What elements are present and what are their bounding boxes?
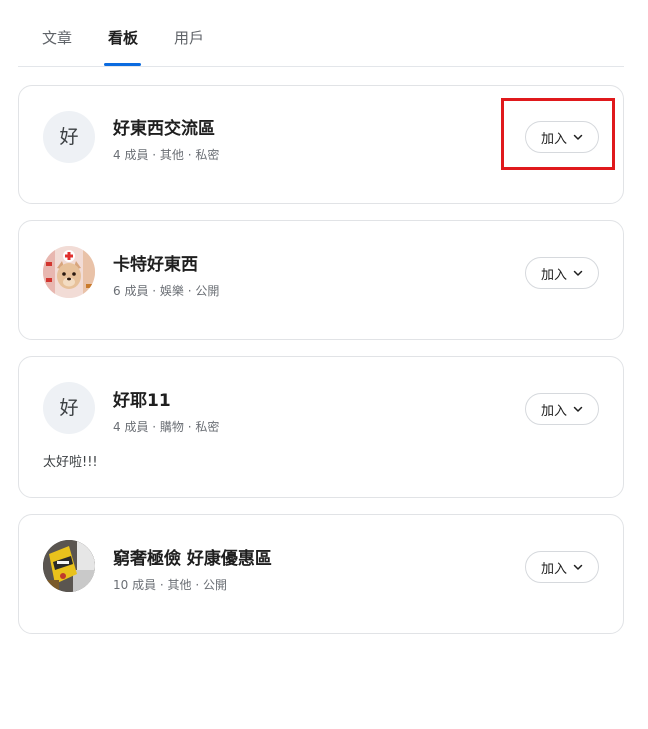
tab-articles[interactable]: 文章 (42, 28, 72, 48)
dog-avatar-image (43, 246, 95, 298)
chevron-down-icon (573, 564, 583, 570)
join-button[interactable]: 加入 (525, 551, 599, 583)
join-button-label: 加入 (540, 131, 567, 147)
join-button[interactable]: 加入 (525, 257, 599, 289)
avatar: 好 (43, 111, 95, 163)
board-card[interactable]: 卡特好東西 6 成員 · 娛樂 · 公開 加入 (18, 220, 624, 340)
active-tab-indicator (104, 63, 141, 66)
chevron-down-icon (573, 406, 583, 412)
join-button-label: 加入 (540, 561, 567, 577)
tab-boards[interactable]: 看板 (108, 28, 138, 48)
board-title[interactable]: 好耶11 (113, 390, 171, 412)
chevron-down-icon (573, 134, 583, 140)
avatar-letter: 好 (59, 396, 79, 419)
board-meta: 6 成員 · 娛樂 · 公開 (113, 284, 220, 298)
board-card[interactable]: 好 好耶11 4 成員 · 購物 · 私密 太好啦!!! 加入 (18, 356, 624, 498)
tab-bar: 文章 看板 用戶 (18, 0, 624, 67)
board-title[interactable]: 窮奢極儉 好康優惠區 (113, 548, 272, 570)
board-description: 太好啦!!! (43, 455, 98, 470)
avatar-letter: 好 (59, 125, 79, 148)
board-meta: 4 成員 · 購物 · 私密 (113, 420, 220, 434)
board-meta: 10 成員 · 其他 · 公開 (113, 578, 227, 592)
board-meta: 4 成員 · 其他 · 私密 (113, 148, 220, 162)
avatar: 好 (43, 382, 95, 434)
join-button[interactable]: 加入 (525, 393, 599, 425)
tab-users[interactable]: 用戶 (174, 28, 204, 48)
join-button[interactable]: 加入 (525, 121, 599, 153)
product-avatar-image (43, 540, 95, 592)
join-button-label: 加入 (540, 403, 567, 419)
avatar (43, 246, 95, 298)
board-card[interactable]: 好 好東西交流區 4 成員 · 其他 · 私密 加入 (18, 85, 624, 204)
board-title[interactable]: 卡特好東西 (113, 254, 198, 276)
board-title[interactable]: 好東西交流區 (113, 118, 215, 140)
avatar (43, 540, 95, 592)
board-card[interactable]: 窮奢極儉 好康優惠區 10 成員 · 其他 · 公開 加入 (18, 514, 624, 634)
join-button-label: 加入 (540, 267, 567, 283)
chevron-down-icon (573, 270, 583, 276)
